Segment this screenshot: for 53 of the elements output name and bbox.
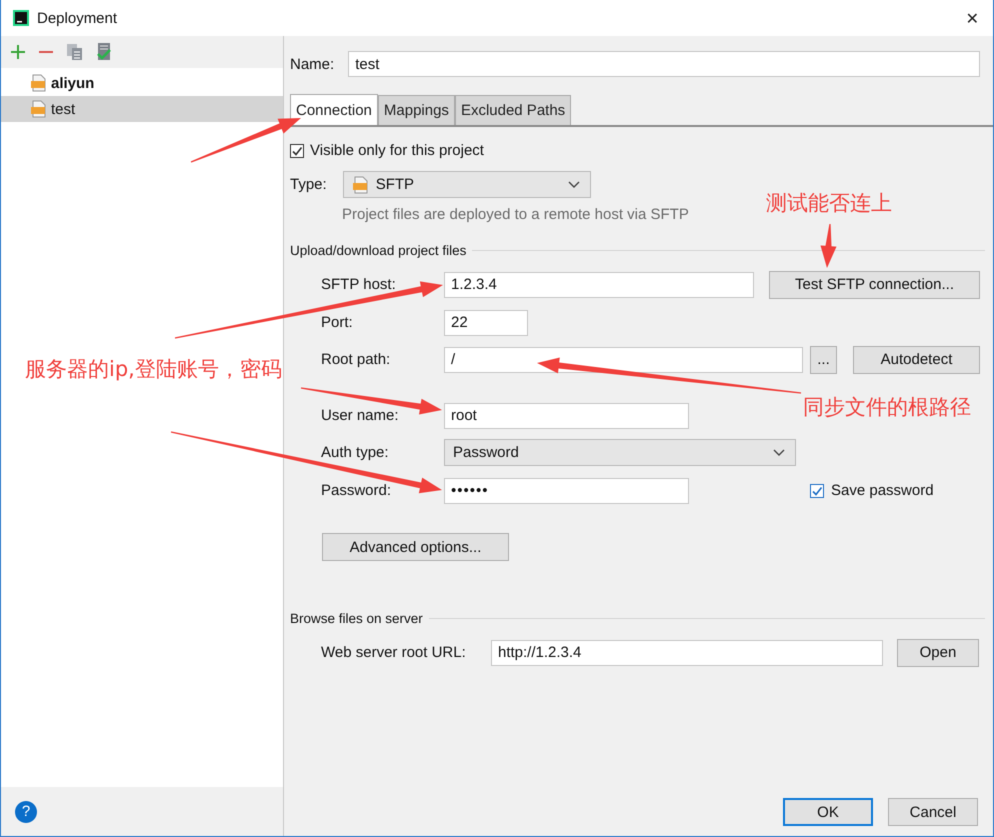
field-label: SFTP host: xyxy=(321,276,397,293)
field-label: Password: xyxy=(321,482,392,499)
chevron-down-icon xyxy=(568,180,580,188)
input-field[interactable]: / xyxy=(444,346,803,372)
dialog-button[interactable]: Cancel xyxy=(888,798,978,826)
password-field[interactable]: •••••• xyxy=(444,478,689,504)
checkbox-label: Visible only for this project xyxy=(310,142,484,159)
annotation-text: 同步文件的根路径 xyxy=(803,394,971,421)
file-icon xyxy=(30,74,48,92)
action-button[interactable]: ... xyxy=(810,346,837,374)
window-title: Deployment xyxy=(37,10,118,26)
field-label: Root path: xyxy=(321,351,392,368)
close-button[interactable]: ✕ xyxy=(964,8,981,28)
url-field[interactable]: http://1.2.3.4 xyxy=(491,640,883,666)
input-field[interactable]: root xyxy=(444,402,689,428)
name-field[interactable]: test xyxy=(348,51,980,77)
field-label: Web server root URL: xyxy=(321,644,467,661)
help-button[interactable]: ? xyxy=(15,800,37,822)
section-title: Browse files on server xyxy=(290,611,423,626)
hint-text: Project files are deployed to a remote host via SFTP xyxy=(342,206,690,223)
advanced-options-button[interactable]: Advanced options... xyxy=(322,533,509,561)
app-icon xyxy=(13,10,29,26)
add-icon[interactable] xyxy=(10,44,26,60)
server-item[interactable]: test xyxy=(1,96,283,122)
open-button[interactable]: Open xyxy=(897,638,979,666)
field-label: User name: xyxy=(321,407,400,424)
field-label: Auth type: xyxy=(321,444,390,461)
chevron-down-icon xyxy=(773,448,785,456)
action-button[interactable]: Test SFTP connection... xyxy=(769,270,980,298)
field-label: Name: xyxy=(290,56,334,72)
field-label: Port: xyxy=(321,314,354,331)
auth-type-dropdown[interactable]: Password xyxy=(444,439,796,466)
input-field[interactable]: 1.2.3.4 xyxy=(444,272,754,298)
type-dropdown[interactable]: SFTP xyxy=(342,171,591,198)
file-icon xyxy=(30,100,48,118)
tab[interactable]: Excluded Paths xyxy=(454,95,572,125)
dialog-button[interactable]: OK xyxy=(783,798,873,826)
tab[interactable]: Connection xyxy=(290,94,378,125)
annotation-text: 服务器的ip,登陆账号，密码 xyxy=(25,356,282,383)
input-field[interactable]: 22 xyxy=(444,310,528,336)
checkbox[interactable] xyxy=(810,484,824,498)
action-button[interactable]: Autodetect xyxy=(853,346,980,374)
field-label: Type: xyxy=(290,176,327,193)
section-title: Upload/download project files xyxy=(290,243,466,258)
copy-icon[interactable] xyxy=(66,43,84,61)
checkbox[interactable] xyxy=(290,144,304,158)
tab[interactable]: Mappings xyxy=(378,95,455,125)
server-item[interactable]: aliyun xyxy=(1,70,283,96)
file-icon xyxy=(352,176,370,194)
annotation-text: 测试能否连上 xyxy=(766,190,892,217)
document-check-icon[interactable] xyxy=(96,43,112,61)
annotation-arrow xyxy=(820,224,836,268)
checkbox-label: Save password xyxy=(831,482,934,499)
